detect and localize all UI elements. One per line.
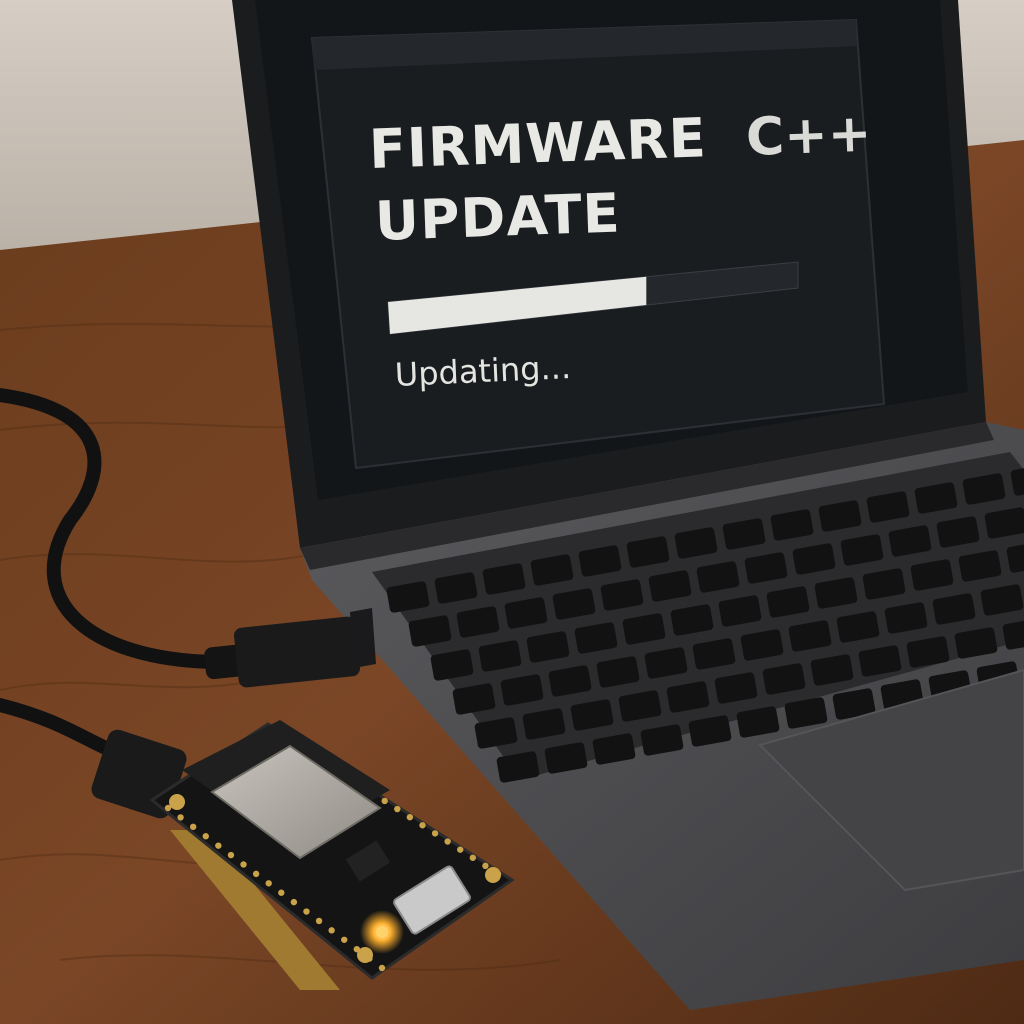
mount-hole-1	[169, 794, 185, 810]
cpp-logo: C++	[745, 103, 873, 168]
pin-hole	[469, 854, 477, 861]
pin-hole	[444, 838, 451, 845]
pin-hole	[315, 917, 323, 925]
pin-hole	[482, 862, 489, 870]
pin-hole	[328, 927, 335, 934]
status-text: Updating...	[394, 348, 572, 394]
usb-plug-laptop	[233, 616, 361, 688]
pin-hole	[378, 964, 386, 972]
pin-hole	[202, 833, 209, 840]
pin-hole	[215, 842, 222, 849]
pin-hole	[265, 880, 272, 887]
pin-hole	[177, 814, 184, 821]
pin-hole	[431, 830, 439, 837]
pin-hole	[394, 805, 401, 813]
pin-hole	[252, 870, 260, 878]
mount-hole-3	[357, 947, 373, 963]
mount-hole-2	[485, 867, 501, 883]
pin-hole	[189, 823, 197, 831]
screen-title-line-2: UPDATE	[374, 181, 622, 253]
pin-hole	[227, 851, 235, 859]
pin-hole	[303, 908, 310, 915]
pin-hole	[278, 889, 285, 896]
pin-hole	[381, 797, 388, 805]
pin-hole	[419, 822, 426, 829]
screen-title-line-1: FIRMWARE	[368, 106, 708, 181]
pin-hole	[290, 898, 298, 906]
pin-hole	[457, 846, 464, 853]
pin-hole	[406, 813, 414, 821]
status-led-icon	[376, 926, 388, 938]
pin-hole	[341, 936, 348, 943]
pin-hole	[240, 861, 247, 868]
